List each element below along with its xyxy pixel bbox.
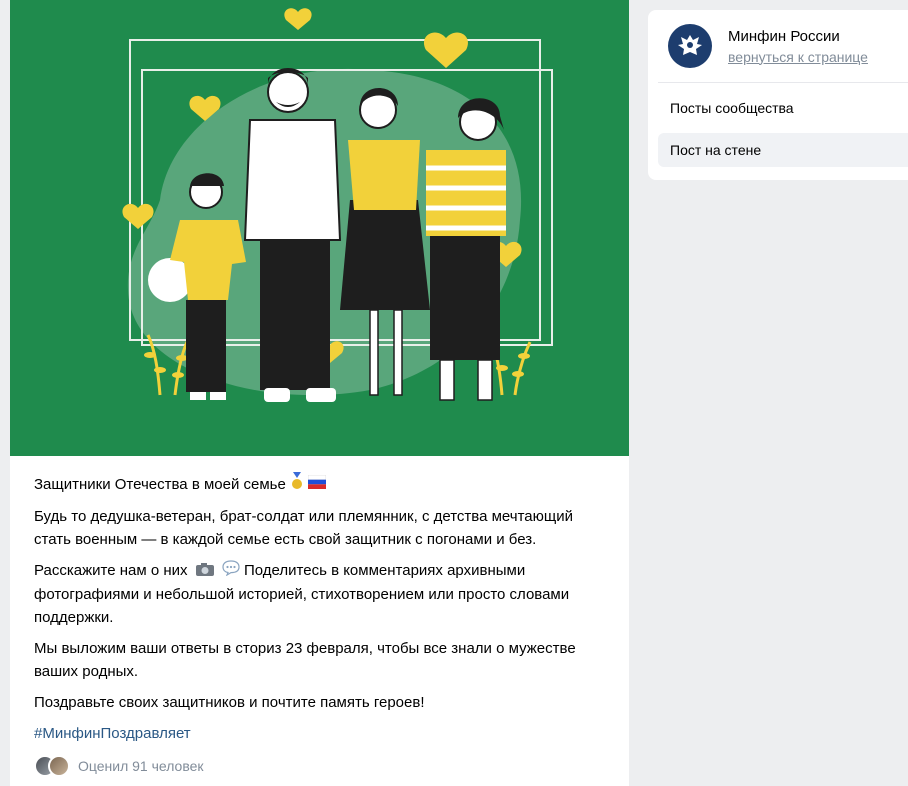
post-paragraph-4: Поздравьте своих защитников и почтите па… bbox=[34, 693, 425, 711]
likers-avatars bbox=[34, 755, 70, 778]
post-title: Защитники Отечества в моей семье bbox=[34, 476, 286, 493]
eagle-emblem-icon bbox=[678, 35, 702, 55]
post-paragraph-1: Будь то дедушка-ветеран, брат-солдат или… bbox=[34, 508, 573, 548]
post-card: Защитники Отечества в моей семье Будь то… bbox=[10, 0, 629, 786]
nav-wall-post[interactable]: Пост на стене bbox=[658, 133, 908, 167]
back-to-page-link[interactable]: вернуться к странице bbox=[728, 48, 868, 66]
post-paragraph-2-lead: Расскажите нам о них bbox=[34, 562, 188, 579]
group-info: Минфин России вернуться к странице bbox=[728, 27, 868, 66]
divider bbox=[658, 82, 908, 83]
russia-flag-icon bbox=[307, 473, 327, 496]
group-name[interactable]: Минфин России bbox=[728, 27, 868, 46]
post-paragraph-3: Мы выложим ваши ответы в сториз 23 февра… bbox=[34, 639, 576, 680]
group-header[interactable]: Минфин России вернуться к странице bbox=[648, 10, 908, 68]
group-avatar[interactable] bbox=[668, 24, 712, 68]
medal-emoji-icon bbox=[290, 472, 304, 497]
post-illustration[interactable] bbox=[10, 0, 629, 456]
sidebar-card: Минфин России вернуться к странице Посты… bbox=[648, 10, 908, 180]
post-paragraph-2: Расскажите нам о них Поделитесь в коммен… bbox=[34, 559, 609, 629]
likes-count-text: Оценил 91 человек bbox=[78, 757, 204, 774]
camera-emoji-icon bbox=[195, 560, 214, 583]
nav-community-posts[interactable]: Посты сообщества bbox=[648, 91, 908, 125]
post-text: Защитники Отечества в моей семье Будь то… bbox=[10, 456, 629, 778]
speech-bubble-emoji-icon bbox=[222, 559, 240, 583]
post-title-line: Защитники Отечества в моей семье bbox=[34, 472, 609, 497]
avatar bbox=[48, 755, 70, 778]
likes-row[interactable]: Оценил 91 человек bbox=[34, 755, 609, 778]
hashtag-link[interactable]: #МинфинПоздравляет bbox=[34, 722, 609, 745]
